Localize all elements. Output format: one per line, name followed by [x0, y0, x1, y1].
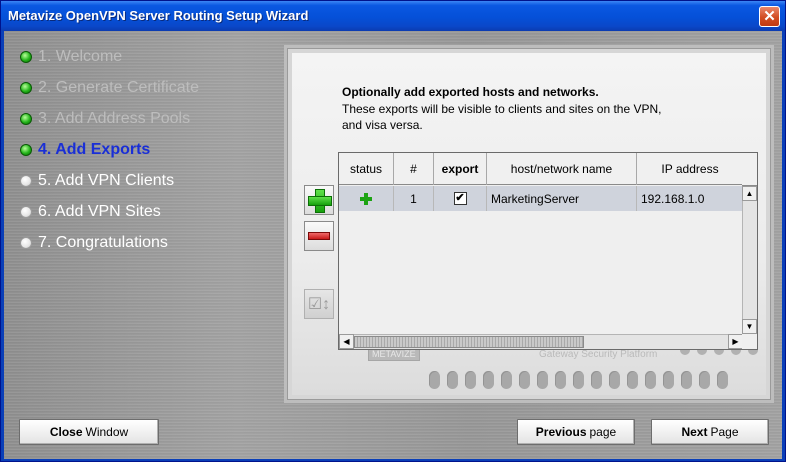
step-label: 7. Congratulations: [38, 234, 168, 251]
step-pending-icon: [20, 206, 32, 218]
button-label-bold: Close: [49, 425, 83, 439]
number-cell: 1: [394, 186, 434, 211]
column-header-host-network-name[interactable]: host/network name: [487, 153, 637, 185]
page-heading: Optionally add exported hosts and networ…: [342, 85, 599, 99]
appliance-graphic: METAVIZE Gateway Security Platform: [354, 345, 766, 395]
reorder-icon: ☑↕: [307, 296, 331, 313]
export-checkbox[interactable]: ✔: [453, 192, 467, 205]
arrow-left-icon: ◀: [343, 337, 350, 346]
column-header-ip-address[interactable]: IP address: [637, 153, 743, 185]
appliance-ports: [429, 371, 728, 389]
table-row[interactable]: 1 ✔ MarketingServer 192.168.1.0: [339, 186, 743, 211]
scroll-corner: [742, 334, 757, 349]
step-label: 4. Add Exports: [38, 141, 151, 158]
arrow-down-icon: ▼: [745, 322, 754, 331]
scroll-up-button[interactable]: ▲: [742, 186, 757, 201]
next-page-button[interactable]: Next Page: [651, 419, 769, 445]
button-label-bold: Previous: [535, 425, 587, 439]
close-window-button[interactable]: Close Window: [19, 419, 159, 445]
step-done-icon: [20, 82, 32, 94]
step-pending-icon: [20, 237, 32, 249]
button-label: Window: [85, 425, 129, 439]
reorder-button[interactable]: ☑↕: [304, 289, 334, 319]
step-add-vpn-sites: 6. Add VPN Sites: [20, 202, 161, 222]
window-title: Metavize OpenVPN Server Routing Setup Wi…: [8, 8, 309, 23]
step-done-icon: [20, 51, 32, 63]
step-label: 2. Generate Certificate: [38, 79, 199, 96]
step-generate-certificate: 2. Generate Certificate: [20, 78, 199, 98]
description-line: These exports will be visible to clients…: [342, 102, 662, 116]
step-label: 1. Welcome: [38, 48, 123, 65]
previous-page-button[interactable]: Previous page: [517, 419, 635, 445]
scroll-left-button[interactable]: ◀: [339, 334, 354, 349]
exports-table: status # export host/network name IP add…: [338, 152, 758, 350]
add-export-button[interactable]: [304, 185, 334, 215]
ip-address-cell[interactable]: 192.168.1.0: [637, 186, 743, 211]
step-label: 5. Add VPN Clients: [38, 172, 175, 189]
plus-icon: [360, 192, 372, 205]
appliance-tagline: Gateway Security Platform: [539, 349, 658, 360]
horizontal-scrollbar[interactable]: ◀ ▶: [339, 334, 743, 349]
scroll-right-button[interactable]: ▶: [728, 334, 743, 349]
page-description: These exports will be visible to clients…: [342, 101, 722, 133]
horizontal-scroll-thumb[interactable]: [354, 336, 584, 348]
table-header-corner: [742, 153, 757, 186]
vertical-scrollbar[interactable]: ▲ ▼: [742, 186, 757, 334]
close-icon: ✕: [763, 8, 776, 25]
step-pending-icon: [20, 175, 32, 187]
column-header-status[interactable]: status: [339, 153, 394, 185]
host-name-cell[interactable]: MarketingServer: [487, 186, 637, 211]
export-cell: ✔: [434, 186, 487, 211]
plus-icon: [308, 189, 332, 213]
arrow-right-icon: ▶: [732, 337, 739, 346]
close-window-x-button[interactable]: ✕: [759, 6, 780, 27]
content-panel-inner: Optionally add exported hosts and networ…: [292, 53, 766, 395]
step-add-exports: 4. Add Exports: [20, 140, 150, 160]
remove-export-button[interactable]: [304, 221, 334, 251]
minus-icon: [308, 232, 330, 240]
step-done-icon: [20, 113, 32, 125]
button-label: page: [589, 425, 617, 439]
description-line: and visa versa.: [342, 118, 423, 132]
arrow-up-icon: ▲: [745, 189, 754, 198]
title-bar[interactable]: Metavize OpenVPN Server Routing Setup Wi…: [1, 1, 785, 31]
step-current-icon: [20, 144, 32, 156]
step-add-vpn-clients: 5. Add VPN Clients: [20, 171, 174, 191]
step-welcome: 1. Welcome: [20, 47, 122, 67]
button-label: Page: [710, 425, 739, 439]
column-header-number[interactable]: #: [394, 153, 434, 185]
client-area: 1. Welcome 2. Generate Certificate 3. Ad…: [4, 31, 782, 459]
status-cell: [339, 186, 394, 211]
scroll-down-button[interactable]: ▼: [742, 319, 757, 334]
wizard-window: Metavize OpenVPN Server Routing Setup Wi…: [0, 0, 786, 462]
step-add-address-pools: 3. Add Address Pools: [20, 109, 190, 129]
step-label: 6. Add VPN Sites: [38, 203, 161, 220]
column-header-export[interactable]: export: [434, 153, 487, 185]
content-panel: Optionally add exported hosts and networ…: [284, 45, 774, 403]
table-header: status # export host/network name IP add…: [339, 153, 743, 185]
step-congratulations: 7. Congratulations: [20, 233, 168, 253]
step-label: 3. Add Address Pools: [38, 110, 191, 127]
button-label-bold: Next: [681, 425, 708, 439]
